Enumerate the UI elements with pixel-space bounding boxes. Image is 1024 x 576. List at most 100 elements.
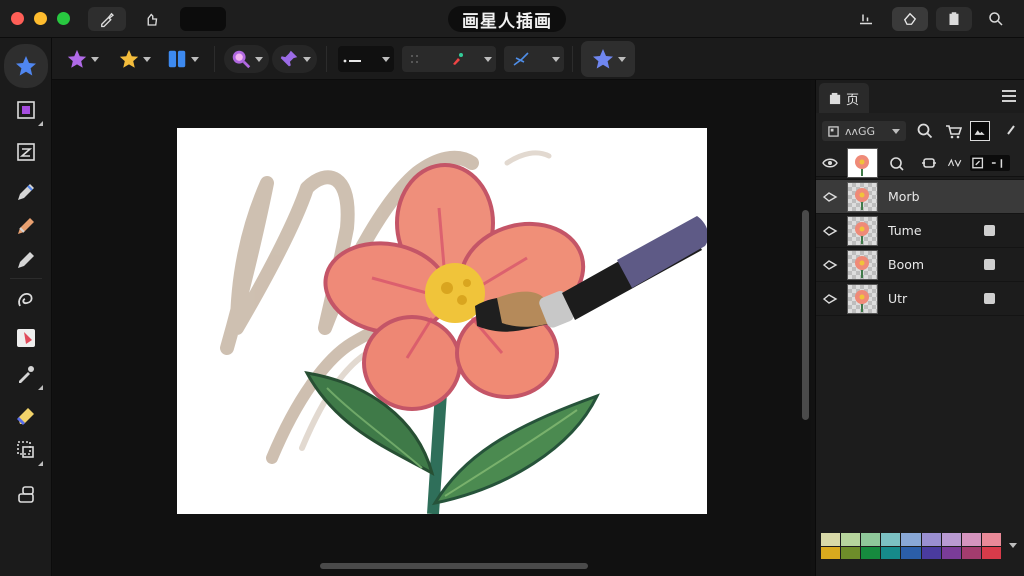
link-icon <box>922 158 936 168</box>
layer-transform-button[interactable] <box>888 155 906 171</box>
layer-search-button[interactable] <box>914 120 936 142</box>
favorite-brush-dropdown[interactable] <box>581 41 635 77</box>
opacity-control[interactable] <box>402 46 496 72</box>
palette-swatch[interactable] <box>881 533 901 546</box>
fill-icon <box>17 329 35 347</box>
window-minimize-button[interactable] <box>34 12 47 25</box>
palette-swatch[interactable] <box>841 533 861 546</box>
palette-swatch[interactable] <box>981 533 1001 546</box>
marker-tool-button[interactable] <box>6 208 46 244</box>
flower-thumbnail-icon <box>855 222 869 244</box>
layer-row-boom[interactable]: Boom <box>816 248 1024 282</box>
brush-tool-button[interactable] <box>88 7 126 31</box>
color-picker-icon <box>453 53 463 65</box>
brush-size-control[interactable] <box>338 46 394 72</box>
stroke-icon <box>513 52 529 66</box>
layer-row-morb[interactable]: Morb <box>816 180 1024 214</box>
brush-tool-icon <box>101 12 115 28</box>
eyedropper-tool-button[interactable] <box>6 356 46 392</box>
export-button[interactable] <box>852 7 880 31</box>
layer-tool-button[interactable] <box>6 432 46 468</box>
palette-swatch[interactable] <box>881 546 901 559</box>
blend-mode-dropdown[interactable]: ʌʌGG <box>822 121 906 141</box>
layer-thumbnail[interactable] <box>847 148 878 178</box>
window-close-button[interactable] <box>11 12 24 25</box>
star-brush-dropdown[interactable] <box>66 45 99 73</box>
stroke-control[interactable] <box>504 46 564 72</box>
layer-style-button[interactable] <box>944 155 966 171</box>
palette-swatch[interactable] <box>901 533 921 546</box>
lock-icon[interactable] <box>984 293 995 304</box>
window-maximize-button[interactable] <box>57 12 70 25</box>
star-tool-button[interactable] <box>4 44 48 88</box>
panel-menu-button[interactable] <box>1002 90 1016 102</box>
palette-expand-icon[interactable] <box>1008 540 1018 550</box>
pen-icon <box>18 184 34 200</box>
marker-icon <box>18 218 34 234</box>
layer-thumbnail <box>847 216 878 246</box>
transform-icon <box>17 101 35 119</box>
star-dropdown[interactable] <box>118 45 151 73</box>
selection-icon <box>903 12 917 25</box>
gesture-button[interactable] <box>134 7 170 31</box>
fill-tool-button[interactable] <box>6 320 46 356</box>
lasso-icon <box>18 293 33 307</box>
vertical-scrollbar[interactable] <box>802 210 809 420</box>
palette-swatch[interactable] <box>861 533 881 546</box>
undo-tool-button[interactable] <box>6 476 46 512</box>
pen-tool-button[interactable] <box>6 174 46 210</box>
layers-tab-label: 页 <box>845 92 859 108</box>
pin-dropdown[interactable] <box>272 45 317 73</box>
adjust-tool-button[interactable] <box>6 134 46 170</box>
palette-swatch[interactable] <box>861 546 881 559</box>
palette-swatch[interactable] <box>961 546 981 559</box>
layer-name: Tume <box>888 223 922 238</box>
layer-opacity-button[interactable] <box>970 155 1010 171</box>
export-icon <box>860 14 872 25</box>
palette-swatch[interactable] <box>981 546 1001 559</box>
palette-swatch[interactable] <box>821 533 841 546</box>
palette-swatch[interactable] <box>921 533 941 546</box>
star-brush-icon <box>67 49 87 68</box>
palette-swatch[interactable] <box>941 546 961 559</box>
palette-swatch[interactable] <box>921 546 941 559</box>
clipboard-button[interactable] <box>936 7 972 31</box>
pencil-tool-button[interactable] <box>6 242 46 278</box>
split-view-icon <box>168 50 186 68</box>
chevron-icon <box>1007 125 1015 135</box>
palette-swatch[interactable] <box>901 546 921 559</box>
layers-panel: 页 ʌʌGG Morb Tume Boom Utr <box>815 80 1024 576</box>
lasso-tool-button[interactable] <box>6 282 46 318</box>
layer-thumbnail <box>847 284 878 314</box>
eye-icon[interactable] <box>822 224 838 238</box>
transform-tool-button[interactable] <box>6 92 46 128</box>
style-icon <box>947 158 962 168</box>
palette-swatch[interactable] <box>841 546 861 559</box>
lock-icon[interactable] <box>984 225 995 236</box>
eraser-tool-button[interactable] <box>6 396 46 432</box>
layers-tab[interactable]: 页 <box>819 83 869 113</box>
add-layer-button[interactable] <box>942 120 964 142</box>
drawing-canvas[interactable] <box>177 128 707 514</box>
split-view-dropdown[interactable] <box>166 45 199 73</box>
layer-link-button[interactable] <box>920 155 938 171</box>
horizontal-scrollbar[interactable] <box>320 563 588 569</box>
layer-mask-button[interactable] <box>970 121 990 141</box>
search-icon <box>917 123 933 139</box>
panel-collapse-button[interactable] <box>1000 120 1022 142</box>
search-button[interactable] <box>982 7 1010 31</box>
selection-button[interactable] <box>892 7 928 31</box>
layer-row-tume[interactable]: Tume <box>816 214 1024 248</box>
palette-swatch[interactable] <box>941 533 961 546</box>
lock-icon[interactable] <box>984 259 995 270</box>
eye-icon[interactable] <box>822 292 838 306</box>
document-switcher[interactable] <box>180 7 226 31</box>
magnify-dropdown[interactable] <box>224 45 269 73</box>
eye-icon[interactable] <box>822 156 838 170</box>
eye-icon[interactable] <box>822 190 838 204</box>
eye-icon[interactable] <box>822 258 838 272</box>
palette-swatch[interactable] <box>821 546 841 559</box>
layer-row-utr[interactable]: Utr <box>816 282 1024 316</box>
palette-swatch[interactable] <box>961 533 981 546</box>
title-bar: 画星人插画 <box>0 0 1024 38</box>
